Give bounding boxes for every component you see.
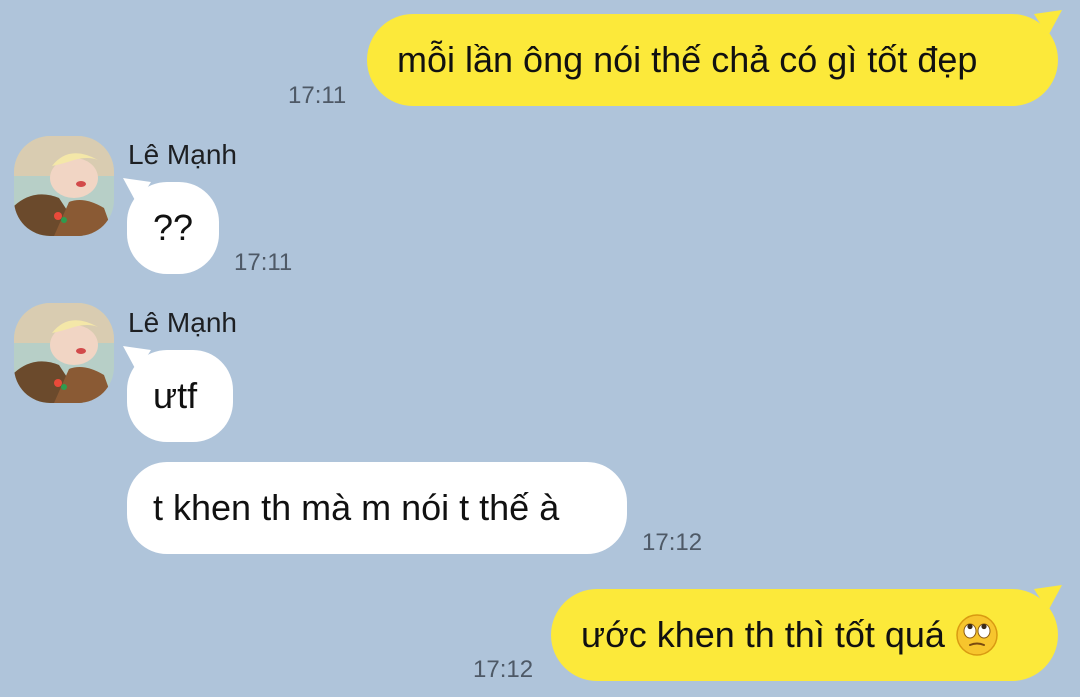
message-text: mỗi lần ông nói thế chả có gì tốt đẹp: [397, 39, 978, 80]
face-with-rolling-eyes-icon: [956, 614, 998, 656]
avatar[interactable]: [14, 136, 114, 236]
sender-name: Lê Mạnh: [128, 139, 237, 170]
avatar[interactable]: [14, 303, 114, 403]
message-text: ??: [153, 207, 194, 248]
message-bubble[interactable]: ước khen th thì tốt quá: [551, 589, 1058, 681]
message-text: ước khen th thì tốt quá: [581, 614, 945, 655]
chat-screen: { "messages": [ {"direction":"outgoing",…: [0, 0, 1080, 697]
avatar-photo-icon: [14, 136, 114, 236]
message-timestamp: 17:12: [473, 656, 534, 683]
message-bubble[interactable]: mỗi lần ông nói thế chả có gì tốt đẹp: [367, 14, 1058, 106]
bubble-tail: [1034, 585, 1062, 611]
message-timestamp: 17:11: [234, 249, 293, 276]
message-timestamp: 17:12: [642, 529, 703, 556]
message-bubble[interactable]: t khen th mà m nói t thế à: [127, 462, 627, 554]
bubble-tail: [1034, 10, 1062, 36]
bubble-tail: [123, 346, 151, 372]
message-text: ưtf: [153, 375, 198, 416]
sender-name: Lê Mạnh: [128, 307, 237, 338]
bubble-tail: [123, 178, 151, 204]
message-text: t khen th mà m nói t thế à: [153, 487, 560, 528]
avatar-photo-icon: [14, 303, 114, 403]
message-timestamp: 17:11: [288, 82, 347, 109]
